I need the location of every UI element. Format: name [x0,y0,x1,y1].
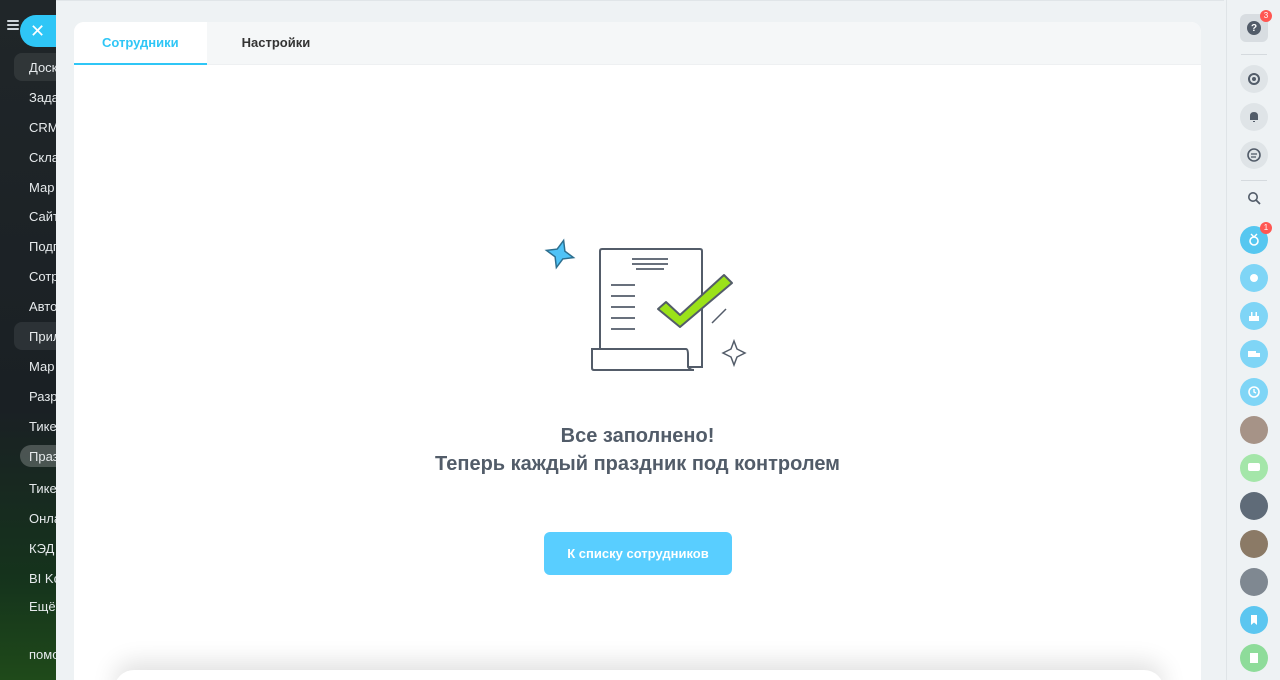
notes-icon [1250,653,1258,663]
close-slider-button[interactable]: ✕ [20,15,56,47]
left-menu-item[interactable]: Сотр [29,269,56,284]
bell-icon [1250,112,1258,122]
right-panel: ? 3 1 [1226,0,1280,680]
left-menu-item[interactable]: Разр [29,389,56,404]
user-avatar[interactable] [1240,568,1268,596]
employees-list-button[interactable]: К списку сотрудников [544,532,732,575]
truck-icon [1248,351,1260,357]
chat-group-button[interactable] [1240,454,1268,482]
achievements-button[interactable]: 1 [1240,222,1272,254]
left-menu-item[interactable]: Мар [29,180,56,195]
tab-employees[interactable]: Сотрудники [74,22,207,65]
empty-state-title: Все заполнено! [560,425,715,447]
left-menu-item[interactable]: Сайт [29,209,56,224]
user-avatar[interactable] [1240,530,1268,558]
burger-menu-icon[interactable] [7,20,19,30]
bookmark-icon [1251,615,1257,625]
app-birthday-button[interactable] [1240,302,1268,330]
divider [1241,54,1267,55]
empty-state-subtitle: Теперь каждый праздник под контролем [435,453,840,475]
left-menu-item[interactable]: Мар [29,359,56,374]
content-card: Сотрудники Настройки Все заполнено! Тепе… [74,22,1201,680]
bottom-panel-shadow [114,670,1164,680]
app-gecko-button[interactable] [1240,264,1268,292]
medal-icon [1249,233,1259,246]
left-menu-item[interactable]: Ещё [29,599,56,614]
message-icon [1248,463,1260,471]
document-check-illustration [544,238,747,371]
left-menu-item[interactable]: CRM [29,120,56,135]
clock-icon [1248,386,1260,398]
gecko-icon [1250,274,1258,282]
left-menu-item[interactable]: Скла [29,150,56,165]
document-curl [591,348,695,371]
chat-icon [1247,148,1261,162]
left-menu-item[interactable]: Авто [29,299,56,314]
left-menu-item[interactable]: Зада [29,90,56,105]
sparkle-blue-icon [544,238,576,270]
bookmarks-button[interactable] [1240,606,1268,634]
left-menu-item[interactable]: Прил [29,329,56,344]
app-delivery-button[interactable] [1240,340,1268,368]
app-clock-button[interactable] [1240,378,1268,406]
search-button[interactable] [1240,184,1268,212]
help-badge: 3 [1260,10,1272,22]
left-menu-item[interactable]: Подп [29,239,56,254]
divider [1241,180,1267,181]
left-menu-item[interactable]: Онла [29,511,56,526]
left-menu-item[interactable]: помо [29,647,56,662]
tab-bar: Сотрудники Настройки [74,22,1201,65]
sync-icon [1248,73,1260,85]
chats-button[interactable] [1240,141,1268,169]
help-button[interactable]: ? 3 [1240,10,1272,42]
close-icon: ✕ [30,21,46,41]
achievements-badge: 1 [1260,222,1272,234]
left-menu-item[interactable]: Тике [29,419,56,434]
slider-panel: Сотрудники Настройки Все заполнено! Тепе… [56,0,1224,680]
tab-settings[interactable]: Настройки [207,22,346,65]
notifications-button[interactable] [1240,103,1268,131]
user-avatar[interactable] [1240,416,1268,444]
left-menu-item[interactable]: BI Ko [29,571,56,586]
left-menu-item[interactable]: КЭД [29,541,56,556]
sync-button[interactable] [1240,65,1268,93]
search-icon [1248,192,1261,205]
left-menu-item[interactable]: Праз [29,449,56,464]
user-avatar[interactable] [1240,492,1268,520]
sparkle-outline-icon [721,338,747,368]
notes-button[interactable] [1240,644,1268,672]
left-menu: Доск Зада CRM Скла Мар Сайт Подп Сотр Авто Прил Ма… [0,0,56,680]
help-glyph: ? [1250,22,1258,34]
cake-icon [1249,312,1259,321]
left-menu-item[interactable]: Доск [29,60,56,75]
left-menu-item[interactable]: Тике [29,481,56,496]
